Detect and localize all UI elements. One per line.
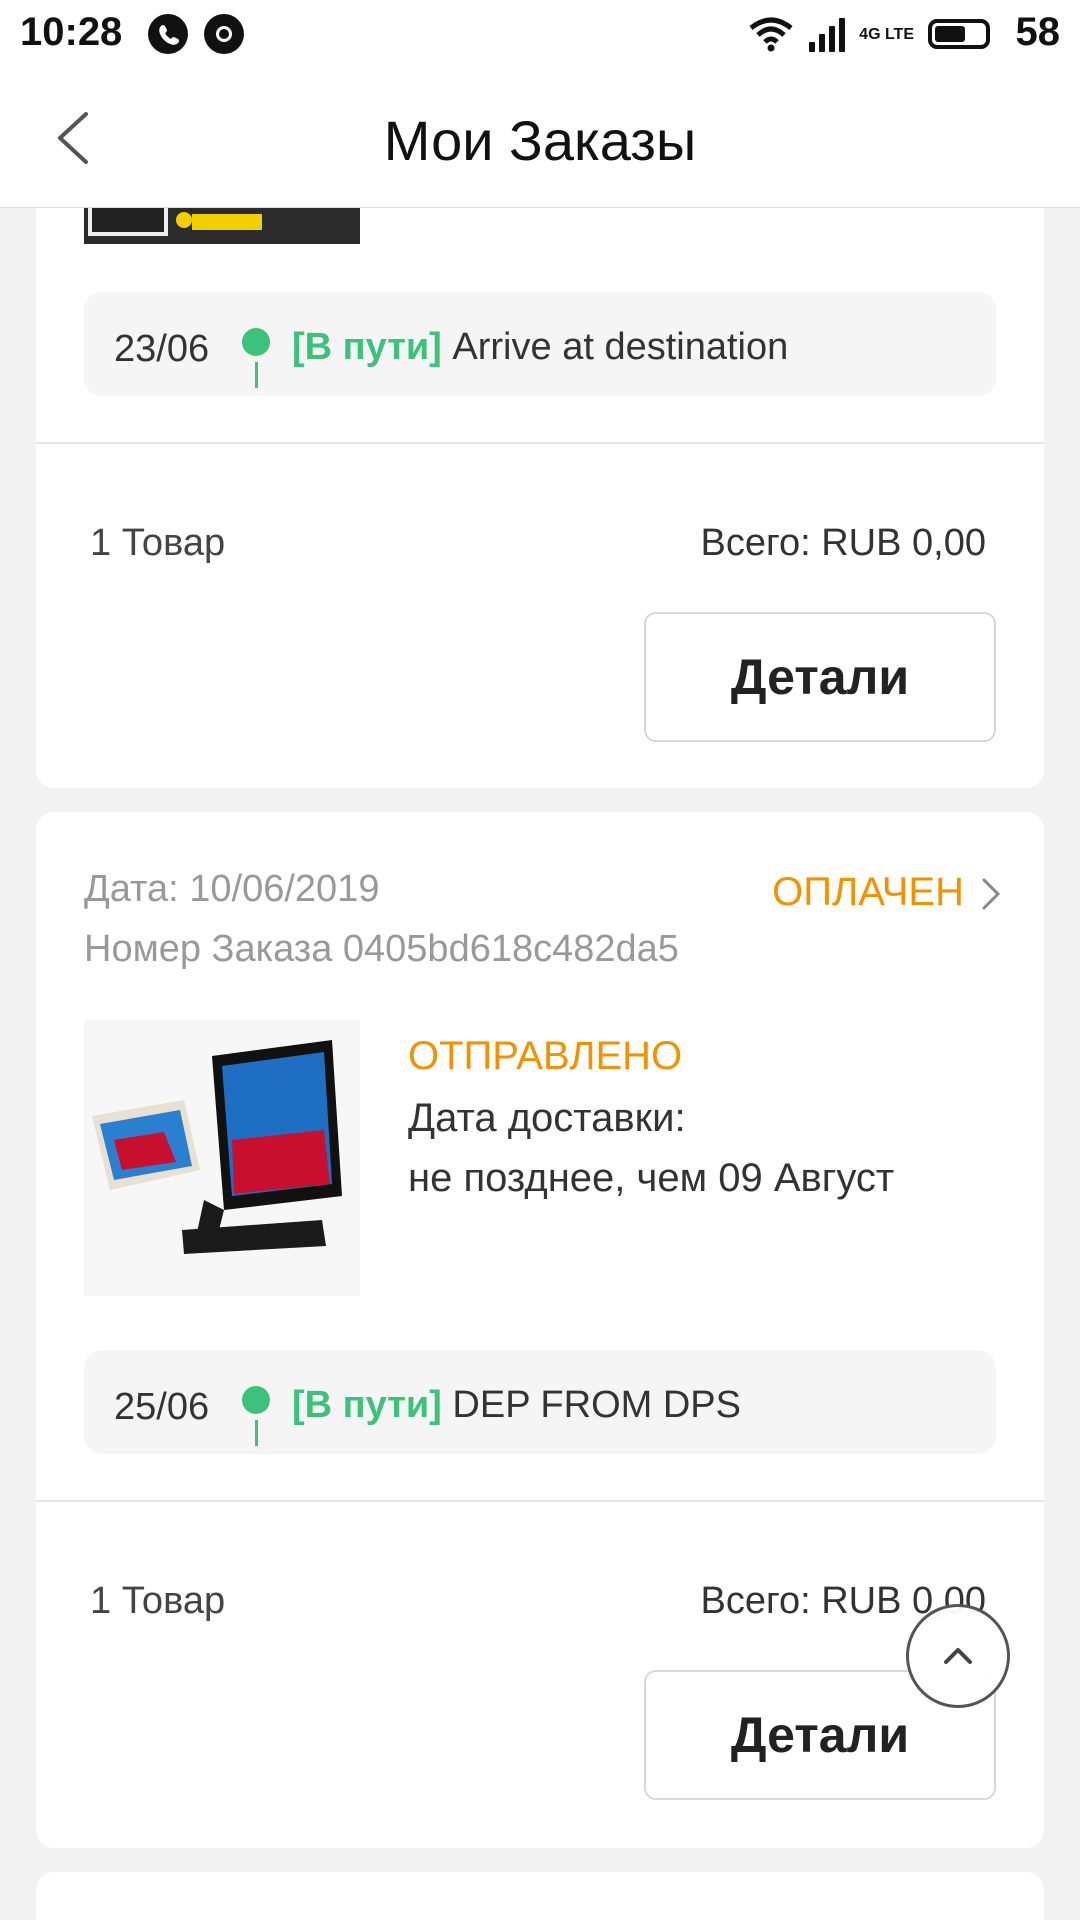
battery-icon	[928, 19, 990, 49]
shipment-status: ОТПРАВЛЕНО	[408, 1034, 683, 1078]
order-number: Номер Заказа 0405bd618c482da5	[84, 928, 679, 970]
status-icons: 4G LTE	[747, 12, 990, 56]
order-card: 23/06 [В пути] Arrive at destination 1 Т…	[36, 208, 1044, 788]
scroll-to-top-icon	[944, 1648, 972, 1664]
order-total: Всего: RUB 0,00	[700, 522, 986, 564]
tracking-dot	[242, 328, 270, 356]
signal-icon	[809, 16, 846, 52]
tracking-message: Arrive at destination	[452, 326, 789, 368]
delivery-date: не позднее, чем 09 Август	[408, 1156, 895, 1200]
chevron-right-icon[interactable]	[978, 874, 1004, 914]
divider	[36, 1500, 1044, 1502]
product-image[interactable]	[84, 208, 360, 244]
order-status[interactable]: ОПЛАЧЕН	[772, 870, 964, 915]
tracking-message: DEP FROM DPS	[452, 1384, 741, 1426]
page-title: Мои Заказы	[383, 109, 697, 172]
tracking-text: [В пути] Arrive at destination	[292, 326, 788, 369]
items-count: 1 Товар	[90, 522, 226, 564]
tracking-dot	[242, 1386, 270, 1414]
network-type: 4G LTE	[859, 25, 914, 43]
order-date: Дата: 10/06/2019	[84, 868, 380, 910]
order-card	[36, 1872, 1044, 1920]
wifi-icon	[749, 17, 793, 52]
status-time: 10:28	[20, 10, 123, 54]
tracking-line	[255, 362, 258, 388]
battery-percent: 58	[1015, 10, 1061, 54]
tracking-line	[255, 1420, 258, 1446]
scroll-to-top-button[interactable]	[906, 1604, 1010, 1708]
tracking-info[interactable]: 25/06 [В пути] DEP FROM DPS	[84, 1350, 996, 1454]
items-count: 1 Товар	[90, 1580, 226, 1622]
status-bar: 10:28 4G LTE 58	[0, 0, 1080, 68]
delivery-label: Дата доставки:	[408, 1096, 686, 1140]
tracking-status: [В пути]	[292, 1384, 442, 1426]
tracking-info[interactable]: 23/06 [В пути] Arrive at destination	[84, 292, 996, 396]
tracking-status: [В пути]	[292, 326, 442, 368]
tracking-text: [В пути] DEP FROM DPS	[292, 1384, 741, 1427]
tracking-date: 23/06	[114, 328, 210, 370]
product-image[interactable]	[84, 1020, 360, 1296]
tracking-date: 25/06	[114, 1386, 210, 1428]
divider	[36, 442, 1044, 444]
whatsapp-icon	[148, 14, 188, 54]
order-card: Дата: 10/06/2019 Номер Заказа 0405bd618c…	[36, 812, 1044, 1848]
details-button[interactable]: Детали	[644, 612, 996, 742]
header-bar: Мои Заказы	[0, 68, 1080, 208]
chrome-icon	[204, 14, 244, 54]
